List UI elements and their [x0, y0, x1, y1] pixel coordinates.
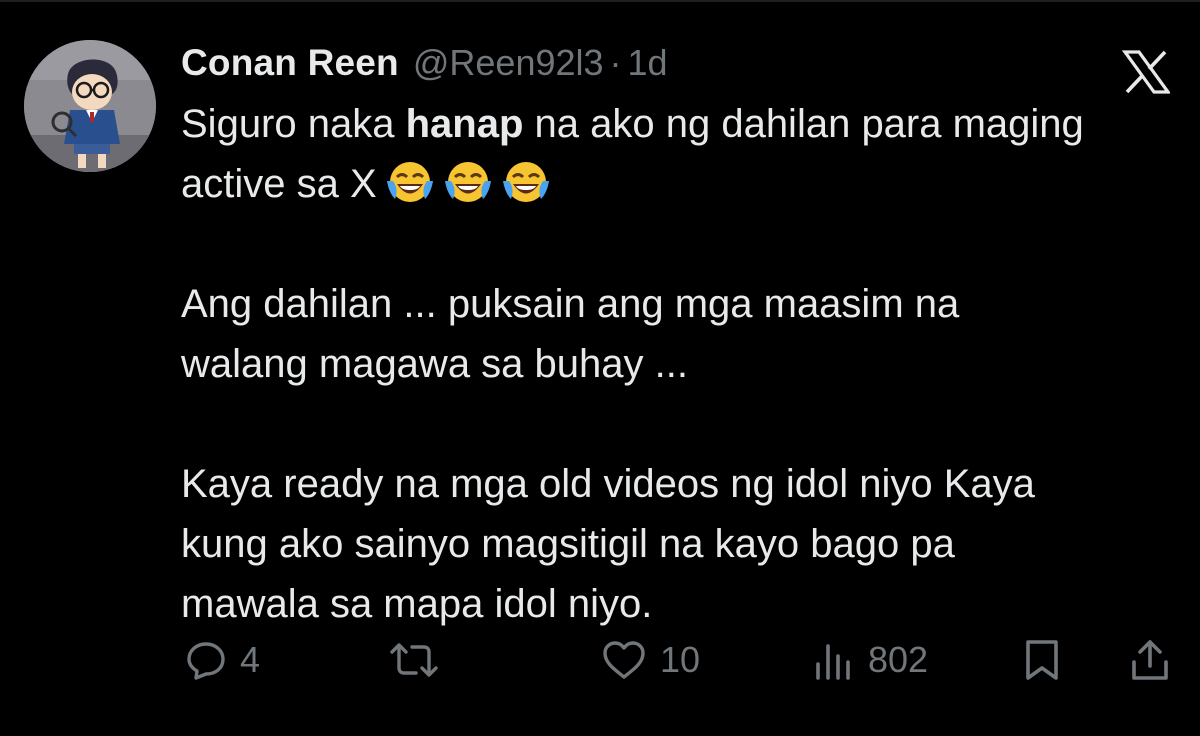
- like-count: 10: [660, 639, 701, 680]
- tweet-line: walang magawa sa buhay ...: [181, 342, 688, 386]
- timestamp[interactable]: 1d: [628, 42, 668, 84]
- avatar[interactable]: [24, 40, 156, 172]
- share-button[interactable]: [1128, 630, 1172, 690]
- views-icon: [812, 638, 856, 682]
- tweet-line: active sa X: [181, 154, 1181, 214]
- tweet-line: kung ako sainyo magsitigil na kayo bago …: [181, 522, 955, 566]
- face-with-tears-of-joy-icon: [385, 159, 435, 205]
- like-button[interactable]: 10: [600, 630, 700, 690]
- face-with-tears-of-joy-icon: [501, 159, 551, 205]
- face-with-tears-of-joy-icon: [443, 159, 493, 205]
- tweet-text: Siguro naka hanap na ako ng dahilan para…: [181, 94, 1181, 634]
- reply-count: 4: [240, 639, 261, 680]
- reply-button[interactable]: 4: [184, 630, 260, 690]
- tweet-line: mawala sa mapa idol niyo.: [181, 582, 653, 626]
- repost-icon: [388, 638, 440, 682]
- display-name[interactable]: Conan Reen: [181, 42, 399, 84]
- tweet-header: Conan Reen @Reen92l3 · 1d: [181, 38, 668, 88]
- bold-text: hanap: [405, 102, 524, 146]
- x-logo-icon: [1121, 50, 1172, 94]
- views-button[interactable]: 802: [812, 630, 928, 690]
- header-separator: ·: [609, 42, 622, 83]
- tweet-line: Ang dahilan ... puksain ang mga maasim n…: [181, 282, 960, 326]
- heart-icon: [600, 638, 648, 682]
- repost-button[interactable]: [388, 630, 452, 690]
- tweet-line: Siguro naka hanap na ako ng dahilan para…: [181, 102, 1084, 146]
- user-handle[interactable]: @Reen92l3: [413, 42, 604, 84]
- tweet-actions: 4 10 802: [0, 630, 1200, 690]
- top-divider: [0, 0, 1200, 2]
- share-icon: [1128, 638, 1172, 682]
- bookmark-icon: [1020, 638, 1064, 682]
- bookmark-button[interactable]: [1020, 630, 1064, 690]
- reply-icon: [184, 638, 228, 682]
- tweet-line: Kaya ready na mga old videos ng idol niy…: [181, 462, 1035, 506]
- views-count: 802: [868, 639, 929, 680]
